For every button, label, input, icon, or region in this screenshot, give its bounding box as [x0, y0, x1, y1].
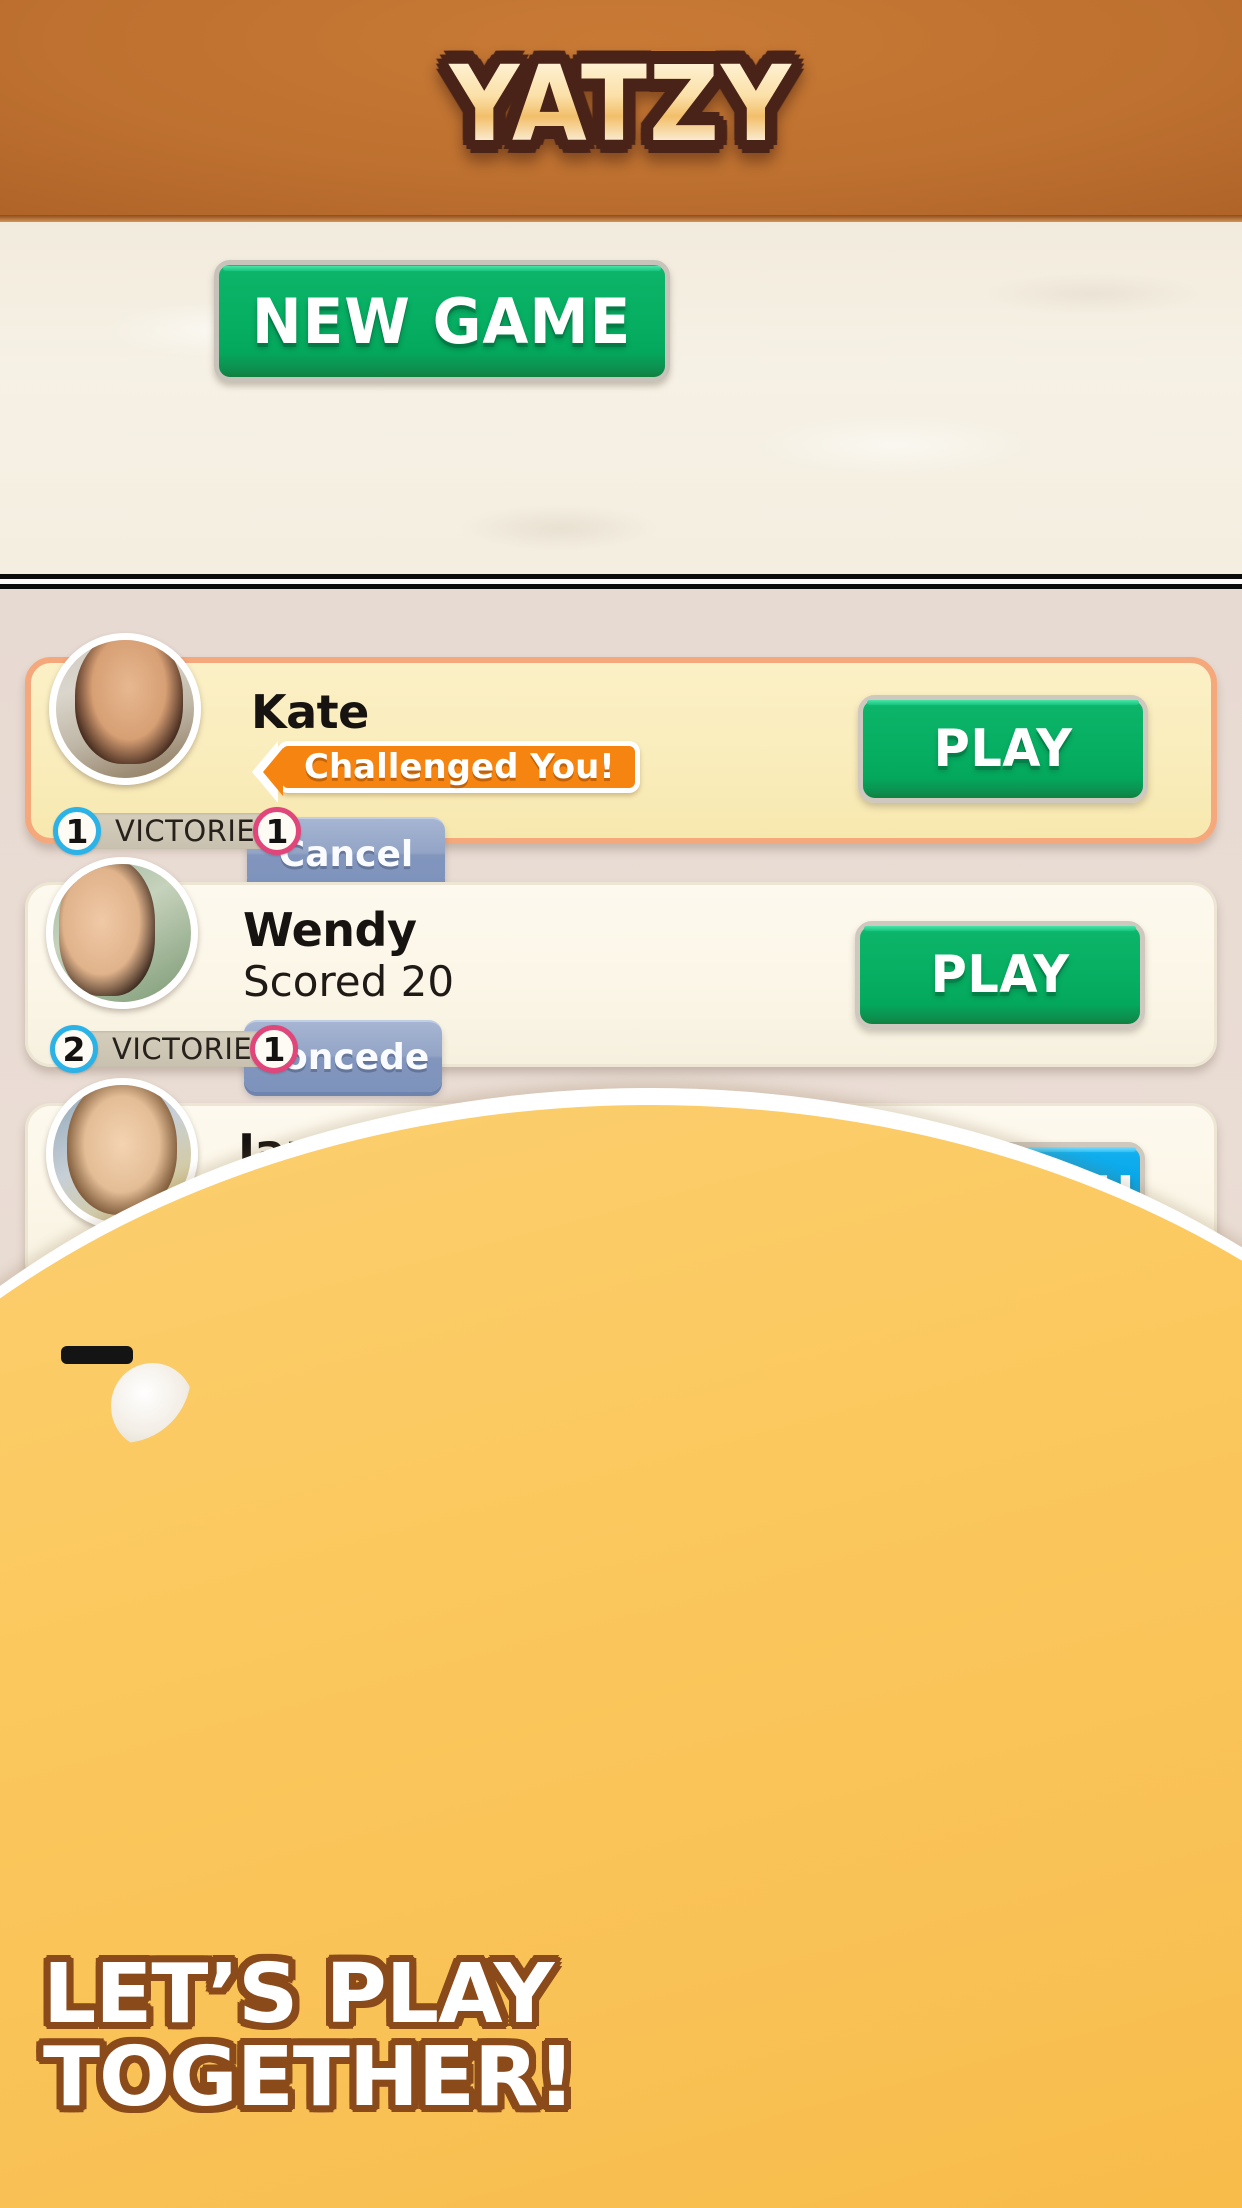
game-list[interactable]: Kate Challenged You! Cancel VICTORIES 1 … [0, 590, 1242, 2208]
top-banner: YATZY [0, 0, 1242, 222]
play-button[interactable]: PLAY [855, 921, 1145, 1029]
game-logo-title: YATZY [43, 52, 1198, 156]
game-row-kate[interactable]: Kate Challenged You! Cancel VICTORIES 1 … [25, 633, 1217, 889]
challenge-badge-label: Challenged You! [304, 747, 615, 787]
wendy-avatar-image [53, 864, 191, 1002]
divider-line-bottom [0, 584, 1242, 589]
game-row-wendy[interactable]: Wendy Scored 20 Concede VICTORIES 2 1 PL… [25, 857, 1217, 1092]
sunglasses-icon [61, 1346, 134, 1365]
banner-line-2: TOGETHER! [43, 2030, 576, 2126]
player-status: Scored 20 [243, 957, 455, 1006]
play-button-label: PLAY [933, 719, 1073, 779]
new-game-button-label: NEW GAME [252, 284, 632, 358]
avatar[interactable] [49, 633, 201, 785]
victories-count-opponent: 1 [250, 1025, 298, 1073]
play-button-label: PLAY [930, 945, 1070, 1005]
new-game-section: NEW GAME [0, 222, 1242, 582]
victories-count-opponent: 1 [253, 807, 301, 855]
avatar[interactable] [46, 857, 198, 1009]
kate-avatar-image [56, 640, 194, 778]
victories-count-you: 1 [53, 807, 101, 855]
player-name: Kate [251, 685, 369, 739]
section-divider [0, 574, 1242, 590]
play-button[interactable]: PLAY [858, 695, 1148, 803]
victories-count-you: 2 [50, 1025, 98, 1073]
banner-text: LET’S PLAY TOGETHER! [43, 1953, 961, 2120]
challenge-badge[interactable]: Challenged You! [252, 741, 640, 803]
victories-label: VICTORIES [115, 814, 275, 848]
player-name: Wendy [243, 903, 417, 957]
new-game-button[interactable]: NEW GAME [214, 260, 670, 382]
banner-line-1: LET’S PLAY [43, 1946, 554, 2042]
victories-label: VICTORIES [112, 1032, 272, 1066]
